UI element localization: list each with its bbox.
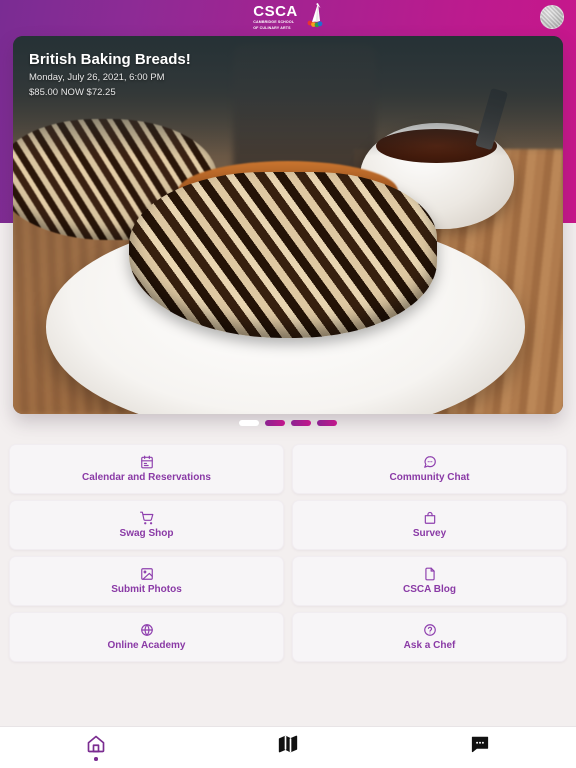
home-icon: [86, 734, 106, 754]
menu-tile-label: Swag Shop: [119, 527, 174, 539]
menu-tile-csca-blog[interactable]: CSCA Blog: [292, 556, 567, 606]
featured-event-card[interactable]: British Baking Breads! Monday, July 26, …: [13, 36, 563, 414]
menu-tile-label: Ask a Chef: [403, 639, 456, 651]
carousel-dot-2[interactable]: [265, 420, 285, 426]
nav-item-map[interactable]: [192, 727, 384, 768]
menu-tile-submit-photos[interactable]: Submit Photos: [9, 556, 284, 606]
logo-subtitle-line1: CAMBRIDGE SCHOOL: [253, 19, 295, 24]
carousel-indicators[interactable]: [0, 420, 576, 426]
carousel-dot-3[interactable]: [291, 420, 311, 426]
bag-icon: [423, 511, 437, 525]
app-header: CSCA CAMBRIDGE SCHOOL OF CULINARY ARTS: [0, 0, 576, 34]
document-icon: [423, 567, 437, 581]
message-icon: [470, 734, 490, 754]
menu-tile-label: Community Chat: [389, 471, 470, 483]
menu-tile-survey[interactable]: Survey: [292, 500, 567, 550]
nav-item-messages[interactable]: [384, 727, 576, 768]
menu-grid: Calendar and Reservations Community Chat…: [0, 444, 576, 662]
menu-tile-label: CSCA Blog: [403, 583, 456, 595]
nav-item-home[interactable]: [0, 727, 192, 768]
menu-tile-label: Online Academy: [107, 639, 186, 651]
menu-tile-label: Survey: [412, 527, 447, 539]
shopping-cart-icon: [139, 511, 154, 525]
featured-event-text: British Baking Breads! Monday, July 26, …: [29, 51, 191, 99]
featured-event-price: $85.00 NOW $72.25: [29, 87, 116, 98]
carousel-dot-4[interactable]: [317, 420, 337, 426]
csca-sail-logo-icon: [301, 2, 323, 28]
nav-active-indicator: [94, 757, 98, 761]
logo-wordmark: CSCA: [253, 2, 298, 20]
featured-event-datetime: Monday, July 26, 2021, 6:00 PM: [29, 72, 165, 83]
menu-tile-label: Calendar and Reservations: [82, 471, 211, 483]
bottom-navigation-bar: [0, 726, 576, 768]
calendar-icon: [140, 455, 154, 469]
csca-logo: CSCA CAMBRIDGE SCHOOL OF CULINARY ARTS: [253, 2, 323, 30]
avatar[interactable]: [540, 5, 564, 29]
featured-event-title: British Baking Breads!: [29, 51, 191, 68]
menu-tile-label: Submit Photos: [111, 583, 182, 595]
chat-bubble-icon: [423, 455, 437, 469]
menu-tile-calendar-and-reservations[interactable]: Calendar and Reservations: [9, 444, 284, 494]
map-icon: [278, 734, 298, 754]
menu-tile-ask-a-chef[interactable]: Ask a Chef: [292, 612, 567, 662]
globe-icon: [140, 623, 154, 637]
carousel-dot-1[interactable]: [239, 420, 259, 426]
menu-tile-online-academy[interactable]: Online Academy: [9, 612, 284, 662]
menu-tile-community-chat[interactable]: Community Chat: [292, 444, 567, 494]
logo-subtitle-line2: OF CULINARY ARTS: [253, 25, 291, 30]
menu-tile-swag-shop[interactable]: Swag Shop: [9, 500, 284, 550]
question-circle-icon: [423, 623, 437, 637]
image-icon: [140, 567, 154, 581]
